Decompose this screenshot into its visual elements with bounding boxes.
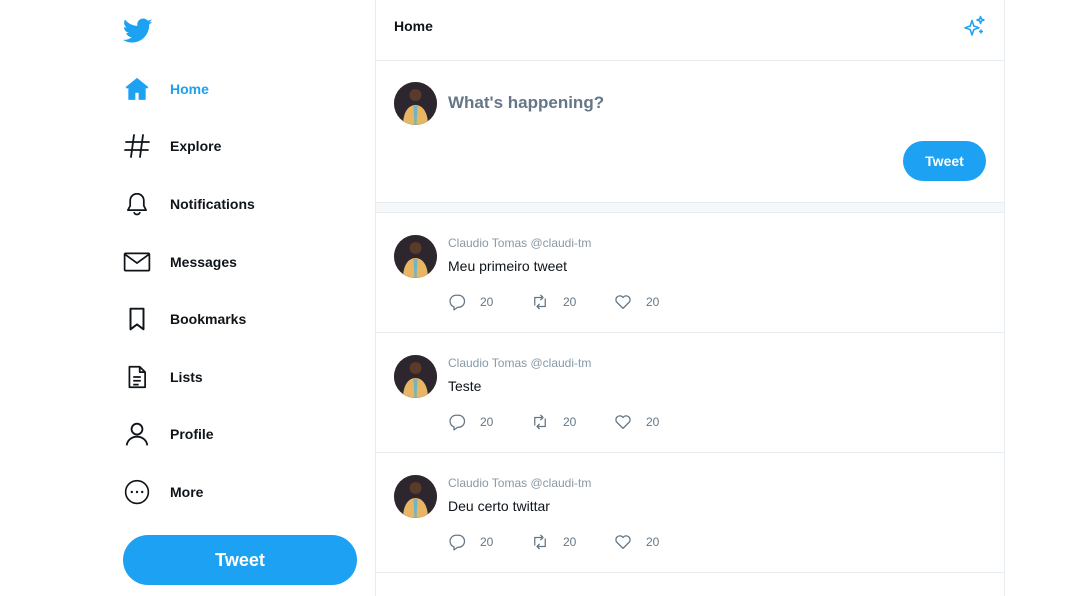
tweet-author[interactable]: Claudio Tomas @claudi-tm xyxy=(448,476,591,490)
like-count: 20 xyxy=(646,535,660,549)
heart-icon xyxy=(615,535,631,550)
retweet-button[interactable]: 20 xyxy=(531,413,614,431)
timeline-column: Home Tweet Claudio Tomas @claudi-tm Meu … xyxy=(375,0,1005,596)
nav-item-more[interactable]: More xyxy=(123,463,363,521)
tweet-text: Meu primeiro tweet xyxy=(448,258,568,274)
tweet-composer: Tweet xyxy=(376,61,1004,203)
reply-button[interactable]: 20 xyxy=(448,533,531,551)
list-document-icon xyxy=(123,363,151,391)
main-navigation: Home Explore Notifications Messages Book… xyxy=(123,60,363,521)
retweet-count: 20 xyxy=(563,535,577,549)
avatar[interactable] xyxy=(394,475,437,518)
nav-label: More xyxy=(170,483,204,500)
nav-label: Home xyxy=(170,80,209,97)
reply-button[interactable]: 20 xyxy=(448,293,531,311)
retweet-icon xyxy=(534,294,546,310)
sidebar-tweet-button[interactable]: Tweet xyxy=(123,535,357,585)
sidebar: Home Explore Notifications Messages Book… xyxy=(0,0,375,596)
reply-count: 20 xyxy=(480,415,494,429)
whats-happening-input[interactable] xyxy=(448,93,968,113)
like-button[interactable]: 20 xyxy=(614,413,697,431)
nav-label: Bookmarks xyxy=(170,311,247,328)
like-count: 20 xyxy=(646,295,660,309)
tweet-item[interactable]: Claudio Tomas @claudi-tm Teste 20 20 20 xyxy=(376,333,1004,453)
nav-item-messages[interactable]: Messages xyxy=(123,233,363,291)
like-button[interactable]: 20 xyxy=(614,533,697,551)
nav-item-lists[interactable]: Lists xyxy=(123,348,363,406)
nav-label: Notifications xyxy=(170,195,255,212)
like-count: 20 xyxy=(646,415,660,429)
tweet-author[interactable]: Claudio Tomas @claudi-tm xyxy=(448,236,591,250)
tweet-item[interactable]: Claudio Tomas @claudi-tm Deu certo twitt… xyxy=(376,453,1004,573)
retweet-icon xyxy=(534,534,546,550)
nav-item-explore[interactable]: Explore xyxy=(123,118,363,176)
nav-label: Messages xyxy=(170,253,237,270)
tweet-actions: 20 20 20 xyxy=(448,413,697,431)
reply-count: 20 xyxy=(480,535,494,549)
nav-item-notifications[interactable]: Notifications xyxy=(123,175,363,233)
section-divider xyxy=(376,203,1004,213)
tweet-actions: 20 20 20 xyxy=(448,293,697,311)
page-title: Home xyxy=(394,18,433,34)
reply-count: 20 xyxy=(480,295,494,309)
tweet-item[interactable]: Claudio Tomas @claudi-tm Meu primeiro tw… xyxy=(376,213,1004,333)
nav-item-bookmarks[interactable]: Bookmarks xyxy=(123,290,363,348)
avatar[interactable] xyxy=(394,82,437,125)
reply-icon xyxy=(449,414,466,431)
tweet-text: Deu certo twittar xyxy=(448,498,550,514)
retweet-icon xyxy=(534,414,546,430)
heart-icon xyxy=(615,415,631,430)
tweet-actions: 20 20 20 xyxy=(448,533,697,551)
home-icon xyxy=(123,75,151,103)
tweet-text: Teste xyxy=(448,378,482,394)
timeline-header: Home xyxy=(376,0,1004,61)
more-circle-icon xyxy=(123,478,151,506)
reply-icon xyxy=(449,534,466,551)
sparkle-icon[interactable] xyxy=(963,15,987,39)
avatar[interactable] xyxy=(394,355,437,398)
twitter-bird-icon[interactable] xyxy=(122,16,154,46)
heart-icon xyxy=(615,295,631,310)
hashtag-icon xyxy=(123,132,151,160)
retweet-button[interactable]: 20 xyxy=(531,293,614,311)
nav-item-profile[interactable]: Profile xyxy=(123,406,363,464)
nav-item-home[interactable]: Home xyxy=(123,60,363,118)
person-icon xyxy=(123,420,151,448)
nav-label: Explore xyxy=(170,138,222,155)
envelope-icon xyxy=(123,248,151,276)
bookmark-icon xyxy=(123,305,151,333)
bell-icon xyxy=(123,190,151,218)
tweet-author[interactable]: Claudio Tomas @claudi-tm xyxy=(448,356,591,370)
nav-label: Lists xyxy=(170,368,203,385)
reply-button[interactable]: 20 xyxy=(448,413,531,431)
retweet-count: 20 xyxy=(563,295,577,309)
like-button[interactable]: 20 xyxy=(614,293,697,311)
composer-tweet-button[interactable]: Tweet xyxy=(903,141,986,181)
reply-icon xyxy=(449,294,466,311)
nav-label: Profile xyxy=(170,426,214,443)
retweet-button[interactable]: 20 xyxy=(531,533,614,551)
retweet-count: 20 xyxy=(563,415,577,429)
avatar[interactable] xyxy=(394,235,437,278)
